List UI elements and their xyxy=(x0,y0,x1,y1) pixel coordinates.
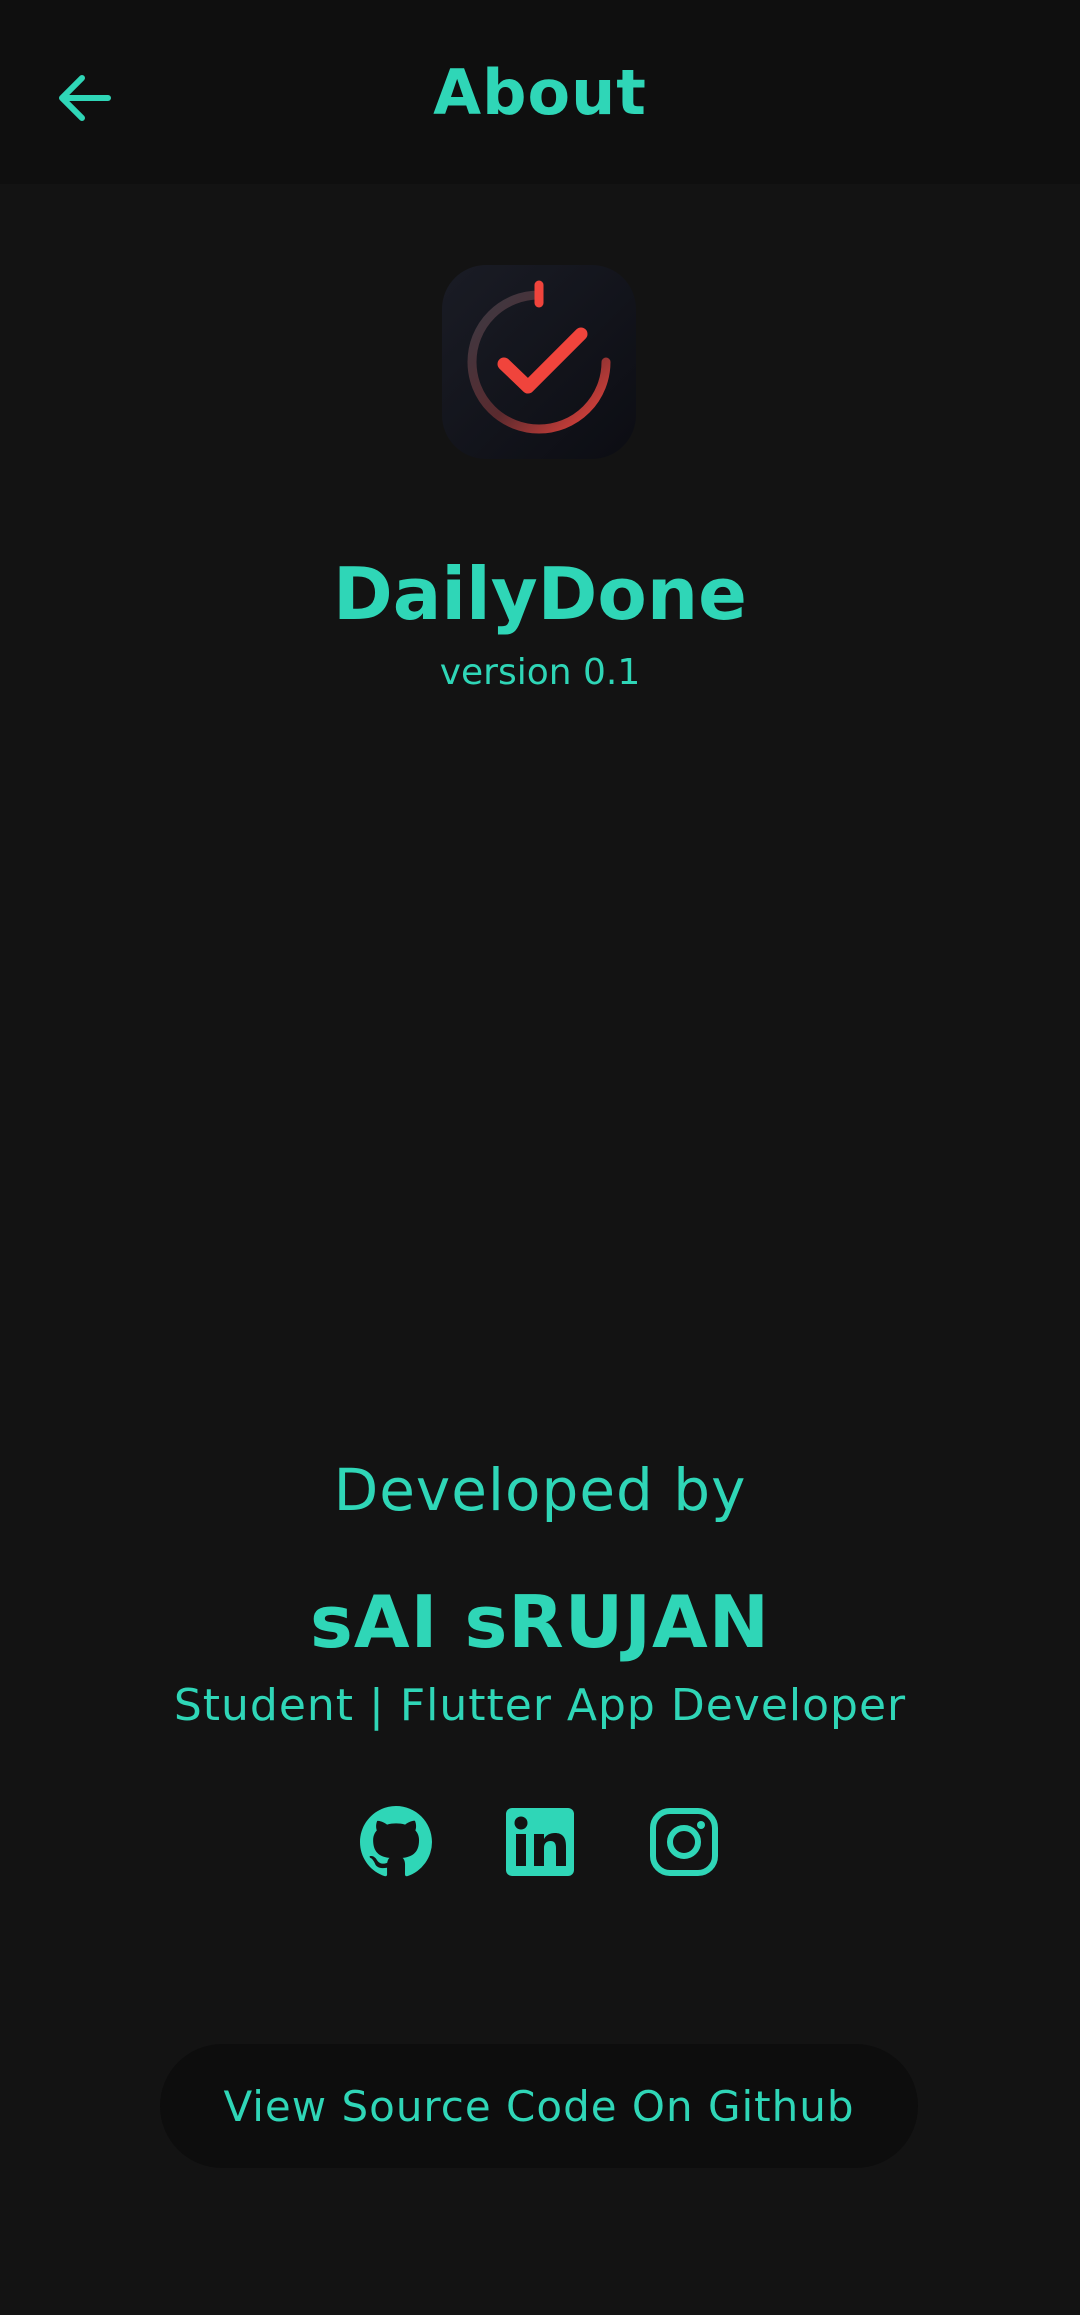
github-icon xyxy=(360,1806,432,1877)
timer-check-icon xyxy=(467,280,611,434)
app-name: DailyDone xyxy=(333,552,747,636)
linkedin-link[interactable] xyxy=(504,1806,576,1878)
app-version: version 0.1 xyxy=(439,652,641,693)
social-links xyxy=(0,1806,1080,1880)
developer-name: sAI sRUJAN xyxy=(310,1580,770,1664)
instagram-icon xyxy=(650,1808,718,1876)
page-title: About xyxy=(433,56,647,129)
github-link[interactable] xyxy=(360,1806,432,1878)
view-source-button[interactable]: View Source Code On Github xyxy=(160,2044,918,2168)
instagram-link[interactable] xyxy=(648,1806,720,1878)
app-logo xyxy=(442,265,636,459)
linkedin-icon xyxy=(506,1808,574,1876)
developer-role: Student | Flutter App Developer xyxy=(173,1680,907,1731)
app-bar: About xyxy=(0,0,1080,184)
developed-by-heading: Developed by xyxy=(333,1456,747,1524)
